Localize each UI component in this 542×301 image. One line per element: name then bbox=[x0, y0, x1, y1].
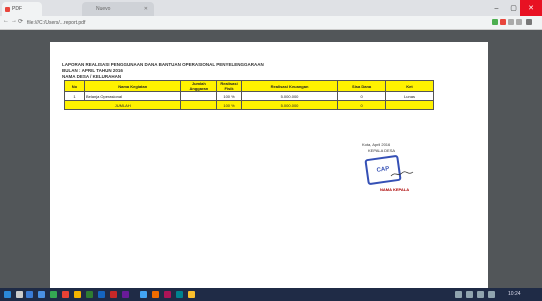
table-cell bbox=[385, 100, 434, 110]
tray-icon[interactable] bbox=[455, 291, 462, 298]
app-icon[interactable] bbox=[152, 291, 159, 298]
app-icon[interactable] bbox=[50, 291, 57, 298]
report-table: No Nama Kegiatan Jumlah Anggaran Realisa… bbox=[63, 80, 434, 110]
report-subtitle: BULAN : APRIL TAHUN 2016 bbox=[62, 68, 123, 73]
table-cell: 5.000.000 bbox=[240, 100, 339, 110]
column-header: Realisasi Keuangan bbox=[240, 80, 339, 92]
app-icon[interactable] bbox=[164, 291, 171, 298]
pdf-page: LAPORAN REALISASI PENGGUNAAN DANA BANTUA… bbox=[50, 42, 488, 288]
column-header: Jumlah Anggaran bbox=[180, 80, 218, 92]
app-icon[interactable] bbox=[38, 291, 45, 298]
signature-place-date: Kota, April 2016 bbox=[362, 142, 391, 147]
tab-active[interactable]: PDF bbox=[2, 2, 42, 16]
signature-scribble bbox=[390, 171, 414, 177]
table-total-row: JUMLAH 100 % 5.000.000 0 bbox=[63, 100, 434, 110]
extension-icon[interactable] bbox=[516, 19, 522, 25]
table-cell: Belanja Operasional bbox=[83, 91, 182, 101]
app-icon[interactable] bbox=[110, 291, 117, 298]
app-icon[interactable] bbox=[176, 291, 183, 298]
column-header: Ket bbox=[385, 80, 434, 92]
table-cell: 0 bbox=[337, 100, 387, 110]
column-header: Nama Kegiatan bbox=[83, 80, 182, 92]
signature-name: NAMA KEPALA bbox=[380, 187, 410, 192]
app-icon[interactable] bbox=[122, 291, 129, 298]
tab-inactive[interactable]: Nuevo ✕ bbox=[82, 2, 154, 16]
tray-icon[interactable] bbox=[466, 291, 473, 298]
table-cell: 1 bbox=[64, 91, 85, 101]
start-icon[interactable] bbox=[4, 291, 11, 298]
close-window-button[interactable]: ✕ bbox=[520, 0, 542, 16]
table-cell: JUMLAH bbox=[63, 100, 182, 110]
taskbar: 10:24 bbox=[0, 288, 542, 301]
close-icon[interactable]: ✕ bbox=[144, 6, 148, 12]
signature-role: KEPALA DESA bbox=[368, 148, 396, 153]
minimize-button[interactable]: – bbox=[488, 0, 505, 16]
table-header: No Nama Kegiatan Jumlah Anggaran Realisa… bbox=[64, 80, 434, 92]
forward-icon[interactable]: → bbox=[11, 18, 17, 24]
url-input[interactable]: file:///C:/Users/...report.pdf bbox=[25, 18, 457, 27]
volume-icon[interactable] bbox=[477, 291, 484, 298]
tab-label: Nuevo bbox=[96, 6, 111, 12]
table-row: 1 Belanja Operasional 100 % 5.000.000 0 … bbox=[64, 91, 434, 101]
menu-icon[interactable] bbox=[526, 19, 532, 25]
column-header: No bbox=[64, 80, 85, 92]
table-cell: Lunas bbox=[385, 91, 434, 101]
network-icon[interactable] bbox=[488, 291, 495, 298]
table-cell: 100 % bbox=[216, 100, 242, 110]
report-title: LAPORAN REALISASI PENGGUNAAN DANA BANTUA… bbox=[62, 62, 264, 67]
tab-label: PDF bbox=[12, 6, 22, 12]
extension-icon[interactable] bbox=[500, 19, 506, 25]
table-cell bbox=[180, 91, 218, 101]
clock[interactable]: 10:24 bbox=[508, 291, 521, 297]
back-icon[interactable]: ← bbox=[3, 18, 9, 24]
browser-titlebar: PDF Nuevo ✕ – ▢ ✕ bbox=[0, 0, 542, 16]
app-icon[interactable] bbox=[86, 291, 93, 298]
taskview-icon[interactable] bbox=[26, 291, 33, 298]
extension-icon[interactable] bbox=[508, 19, 514, 25]
column-header: Sisa Dana bbox=[337, 80, 387, 92]
address-bar: ← → ⟳ file:///C:/Users/...report.pdf bbox=[0, 16, 542, 30]
table-cell bbox=[180, 100, 218, 110]
pdf-icon bbox=[5, 6, 10, 12]
search-icon[interactable] bbox=[16, 291, 23, 298]
report-location: NAMA DESA / KELURAHAN bbox=[62, 74, 122, 79]
app-icon[interactable] bbox=[140, 291, 147, 298]
column-header: Realisasi Fisik bbox=[216, 80, 242, 92]
table-cell: 5.000.000 bbox=[240, 91, 339, 101]
app-icon[interactable] bbox=[74, 291, 81, 298]
table-cell: 100 % bbox=[216, 91, 242, 101]
app-icon[interactable] bbox=[98, 291, 105, 298]
table-cell: 0 bbox=[337, 91, 387, 101]
pdf-viewer[interactable]: LAPORAN REALISASI PENGGUNAAN DANA BANTUA… bbox=[0, 30, 542, 288]
app-icon[interactable] bbox=[188, 291, 195, 298]
app-icon[interactable] bbox=[62, 291, 69, 298]
reload-icon[interactable]: ⟳ bbox=[18, 18, 23, 25]
extension-icon[interactable] bbox=[492, 19, 498, 25]
